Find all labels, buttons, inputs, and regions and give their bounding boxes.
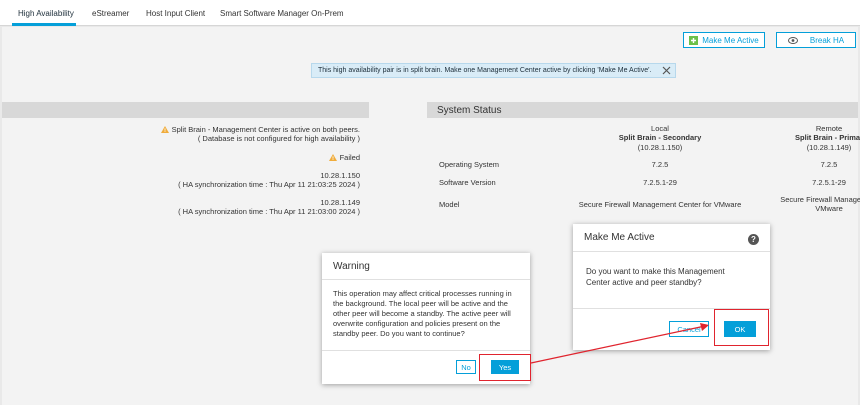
annotation-arrow — [530, 323, 709, 364]
